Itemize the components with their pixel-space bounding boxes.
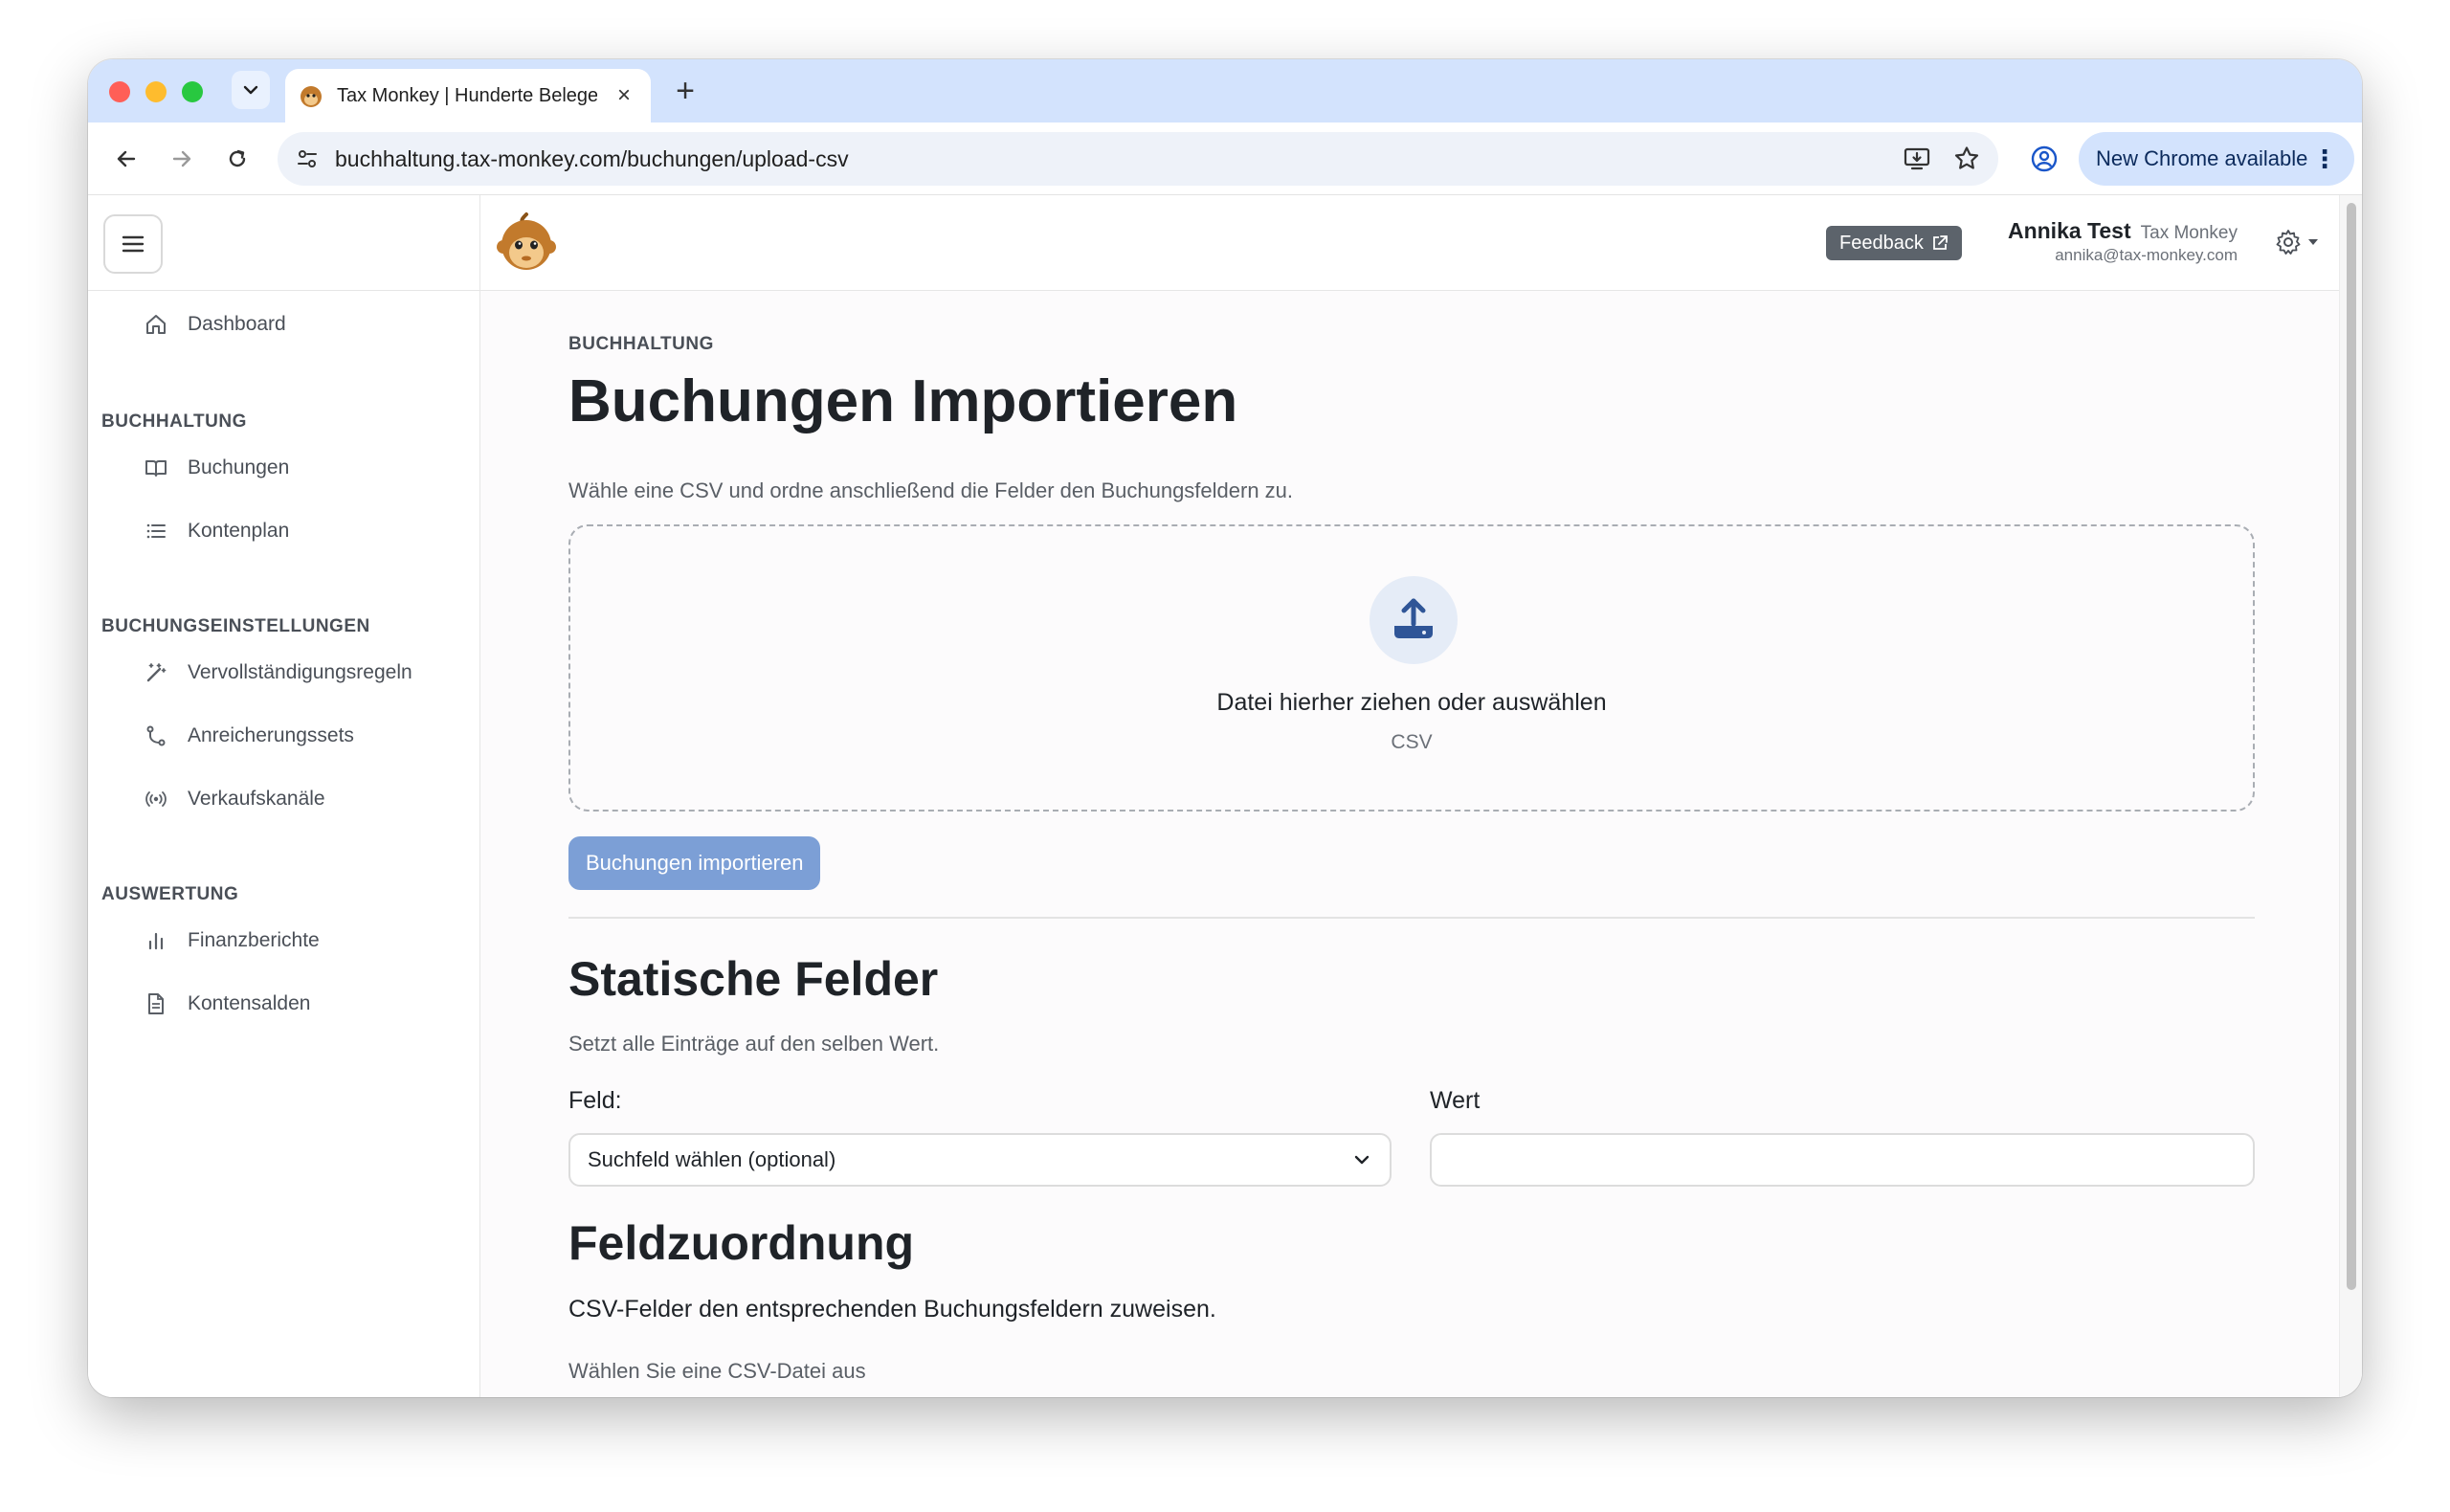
- web-page: Dashboard BUCHHALTUNG Buchungen Kontenpl…: [88, 195, 2362, 1397]
- upload-icon-circle: [1370, 576, 1458, 664]
- reload-icon: [229, 149, 246, 167]
- url-text[interactable]: buchhaltung.tax-monkey.com/buchungen/upl…: [335, 146, 849, 172]
- field-select-value: Suchfeld wählen (optional): [588, 1147, 836, 1171]
- minimize-window-button[interactable]: [145, 81, 167, 102]
- field-mapping-hint: Wählen Sie eine CSV-Datei aus: [568, 1359, 866, 1383]
- active-tab[interactable]: Tax Monkey | Hunderte Belege ×: [285, 69, 651, 122]
- feedback-button[interactable]: Feedback: [1826, 226, 1962, 260]
- browser-window: Tax Monkey | Hunderte Belege × + buchhal…: [88, 59, 2362, 1397]
- sidebar: Dashboard BUCHHALTUNG Buchungen Kontenpl…: [88, 195, 480, 1397]
- page-subtitle: Wähle eine CSV und ordne anschließend di…: [568, 478, 1294, 502]
- static-fields-description: Setzt alle Einträge auf den selben Wert.: [568, 1032, 940, 1056]
- sidebar-item-label: Anreicherungssets: [188, 724, 354, 746]
- breadcrumb: BUCHHALTUNG: [568, 334, 714, 354]
- sidebar-item-label: Buchungen: [188, 456, 290, 478]
- user-org: Tax Monkey: [2140, 223, 2238, 243]
- arrow-left-icon: [117, 150, 136, 167]
- monkey-favicon-icon: [301, 86, 322, 107]
- new-tab-button[interactable]: +: [666, 73, 704, 111]
- section-divider: [568, 917, 2255, 919]
- sidebar-item-label: Verkaufskanäle: [188, 788, 325, 810]
- csv-dropzone[interactable]: Datei hierher ziehen oder auswählen CSV: [568, 524, 2255, 812]
- sidebar-item-label: Vervollständigungsregeln: [188, 661, 412, 683]
- field-mapping-title: Feldzuordnung: [568, 1216, 915, 1270]
- close-window-button[interactable]: [109, 81, 130, 102]
- scroll-thumb[interactable]: [2347, 203, 2356, 1290]
- app-header: Feedback Annika Test Tax Monkey annika@ta…: [480, 195, 2339, 291]
- sidebar-item-label: Dashboard: [188, 313, 286, 335]
- section-buchhaltung: BUCHHALTUNG: [101, 411, 247, 432]
- settings-dropdown[interactable]: [2274, 228, 2320, 256]
- sidebar-item-kontenplan[interactable]: Kontenplan: [144, 519, 289, 544]
- tab-search-button[interactable]: [232, 71, 270, 109]
- chevron-down-icon: [1354, 1155, 1370, 1165]
- sidebar-item-anreicherungssets[interactable]: Anreicherungssets: [144, 723, 354, 748]
- chrome-update-button[interactable]: New Chrome available ⋮: [2079, 132, 2354, 186]
- bookmark-star-icon[interactable]: [1952, 145, 1981, 173]
- profile-icon: [2031, 145, 2058, 172]
- field-select[interactable]: Suchfeld wählen (optional): [568, 1133, 1392, 1187]
- site-settings-icon[interactable]: [295, 146, 320, 171]
- maximize-window-button[interactable]: [182, 81, 203, 102]
- broadcast-icon: [144, 787, 168, 812]
- section-buchungseinstellungen: BUCHUNGSEINSTELLUNGEN: [101, 616, 370, 636]
- home-icon: [144, 312, 168, 337]
- caret-down-icon: [2308, 239, 2318, 245]
- sidebar-item-dashboard[interactable]: Dashboard: [144, 312, 286, 337]
- arrow-right-icon: [172, 150, 191, 167]
- sidebar-item-verkaufskanaele[interactable]: Verkaufskanäle: [144, 787, 325, 812]
- tab-close-icon[interactable]: ×: [611, 82, 637, 109]
- forward-button[interactable]: [163, 140, 201, 178]
- more-menu-icon: ⋮: [2312, 144, 2337, 173]
- page-title: Buchungen Importieren: [568, 368, 1238, 434]
- chevron-down-icon: [243, 85, 258, 95]
- value-label: Wert: [1430, 1087, 1481, 1114]
- sidebar-item-label: Kontensalden: [188, 992, 311, 1014]
- user-name: Annika Test: [2007, 218, 2131, 243]
- dropzone-text: Datei hierher ziehen oder auswählen: [1216, 689, 1607, 716]
- user-menu[interactable]: Annika Test Tax Monkey annika@tax-monkey.…: [1998, 218, 2238, 265]
- browser-toolbar: buchhaltung.tax-monkey.com/buchungen/upl…: [88, 122, 2362, 195]
- chrome-update-label: New Chrome available: [2096, 146, 2308, 170]
- page-scrollbar[interactable]: [2339, 195, 2362, 1397]
- magic-wand-icon: [144, 660, 168, 685]
- menu-toggle-button[interactable]: [103, 214, 163, 274]
- tab-strip: Tax Monkey | Hunderte Belege × +: [88, 59, 2362, 122]
- profile-button[interactable]: [2025, 140, 2063, 178]
- upload-icon: [1394, 598, 1433, 638]
- sidebar-item-label: Kontenplan: [188, 520, 290, 542]
- hamburger-icon: [122, 235, 145, 253]
- sidebar-item-label: Finanzberichte: [188, 929, 320, 951]
- book-icon: [144, 456, 168, 480]
- sidebar-item-finanzberichte[interactable]: Finanzberichte: [144, 928, 320, 953]
- address-bar[interactable]: buchhaltung.tax-monkey.com/buchungen/upl…: [278, 132, 1998, 186]
- install-app-icon[interactable]: [1903, 145, 1931, 173]
- sidebar-top: [88, 195, 479, 291]
- bar-chart-icon: [144, 928, 168, 953]
- list-icon: [144, 519, 168, 544]
- document-icon: [144, 991, 168, 1016]
- sidebar-item-vervollstaendigungsregeln[interactable]: Vervollständigungsregeln: [144, 660, 412, 685]
- value-input[interactable]: [1430, 1133, 2255, 1187]
- sidebar-item-kontensalden[interactable]: Kontensalden: [144, 991, 310, 1016]
- user-email: annika@tax-monkey.com: [2055, 246, 2238, 264]
- external-link-icon: [1932, 235, 1948, 250]
- tax-monkey-logo[interactable]: [494, 211, 559, 276]
- dropzone-filetype: CSV: [1391, 731, 1433, 753]
- sidebar-item-buchungen[interactable]: Buchungen: [144, 456, 289, 480]
- import-bookings-button[interactable]: Buchungen importieren: [568, 836, 821, 890]
- static-fields-title: Statische Felder: [568, 952, 939, 1006]
- tab-title: Tax Monkey | Hunderte Belege: [337, 84, 597, 106]
- git-branch-icon: [144, 723, 168, 748]
- back-button[interactable]: [107, 140, 145, 178]
- field-mapping-description: CSV-Felder den entsprechenden Buchungsfe…: [568, 1296, 1216, 1323]
- feedback-label: Feedback: [1839, 232, 1924, 254]
- reload-button[interactable]: [218, 140, 256, 178]
- gear-icon: [2276, 230, 2301, 255]
- section-auswertung: AUSWERTUNG: [101, 884, 239, 904]
- field-label: Feld:: [568, 1087, 622, 1114]
